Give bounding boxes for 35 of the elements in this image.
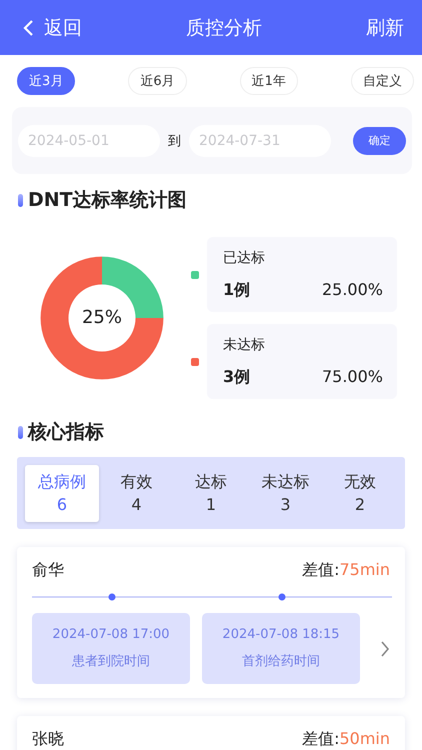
legend-percent: 25.00%	[322, 280, 383, 301]
stat-tab[interactable]: 无效 2	[323, 464, 397, 522]
stat-tab[interactable]: 有效 4	[100, 464, 174, 522]
diff-text: 差值:75min	[302, 560, 390, 581]
stat-tab[interactable]: 总病例 6	[25, 464, 99, 522]
stat-tab[interactable]: 未达标 3	[248, 464, 322, 522]
page-title: 质控分析	[186, 16, 262, 40]
back-button[interactable]: 返回	[22, 14, 82, 40]
range-tab[interactable]: 自定义	[350, 67, 414, 95]
event-time: 2024-07-08 18:15	[222, 627, 340, 642]
section-title: DNT达标率统计图	[28, 188, 187, 213]
confirm-button[interactable]: 确定	[353, 126, 406, 154]
legend-percent: 75.00%	[322, 367, 383, 388]
back-icon	[22, 18, 34, 36]
legend-count: 3例	[223, 367, 250, 388]
range-tab[interactable]: 近1年	[240, 67, 298, 95]
event-label: 首剂给药时间	[242, 653, 320, 670]
section-marker	[18, 426, 23, 438]
refresh-button[interactable]: 刷新	[366, 14, 404, 40]
diff-text: 差值:50min	[302, 729, 390, 750]
patient-name: 张晓	[32, 729, 64, 750]
range-tab[interactable]: 近3月	[17, 67, 76, 95]
range-tab[interactable]: 近6月	[128, 67, 187, 95]
section-marker	[18, 194, 23, 206]
stat-tab[interactable]: 达标 1	[174, 464, 248, 522]
legend-label: 未达标	[223, 336, 266, 354]
chevron-right-icon[interactable]	[380, 640, 390, 658]
event-label: 患者到院时间	[72, 653, 150, 670]
separator-text: 到	[168, 132, 181, 150]
donut-center-label: 25%	[80, 307, 123, 328]
legend-count: 1例	[223, 280, 250, 301]
event-time: 2024-07-08 17:00	[52, 627, 170, 642]
legend-label: 已达标	[223, 249, 266, 267]
patient-name: 俞华	[32, 560, 64, 581]
section-title: 核心指标	[28, 420, 104, 445]
